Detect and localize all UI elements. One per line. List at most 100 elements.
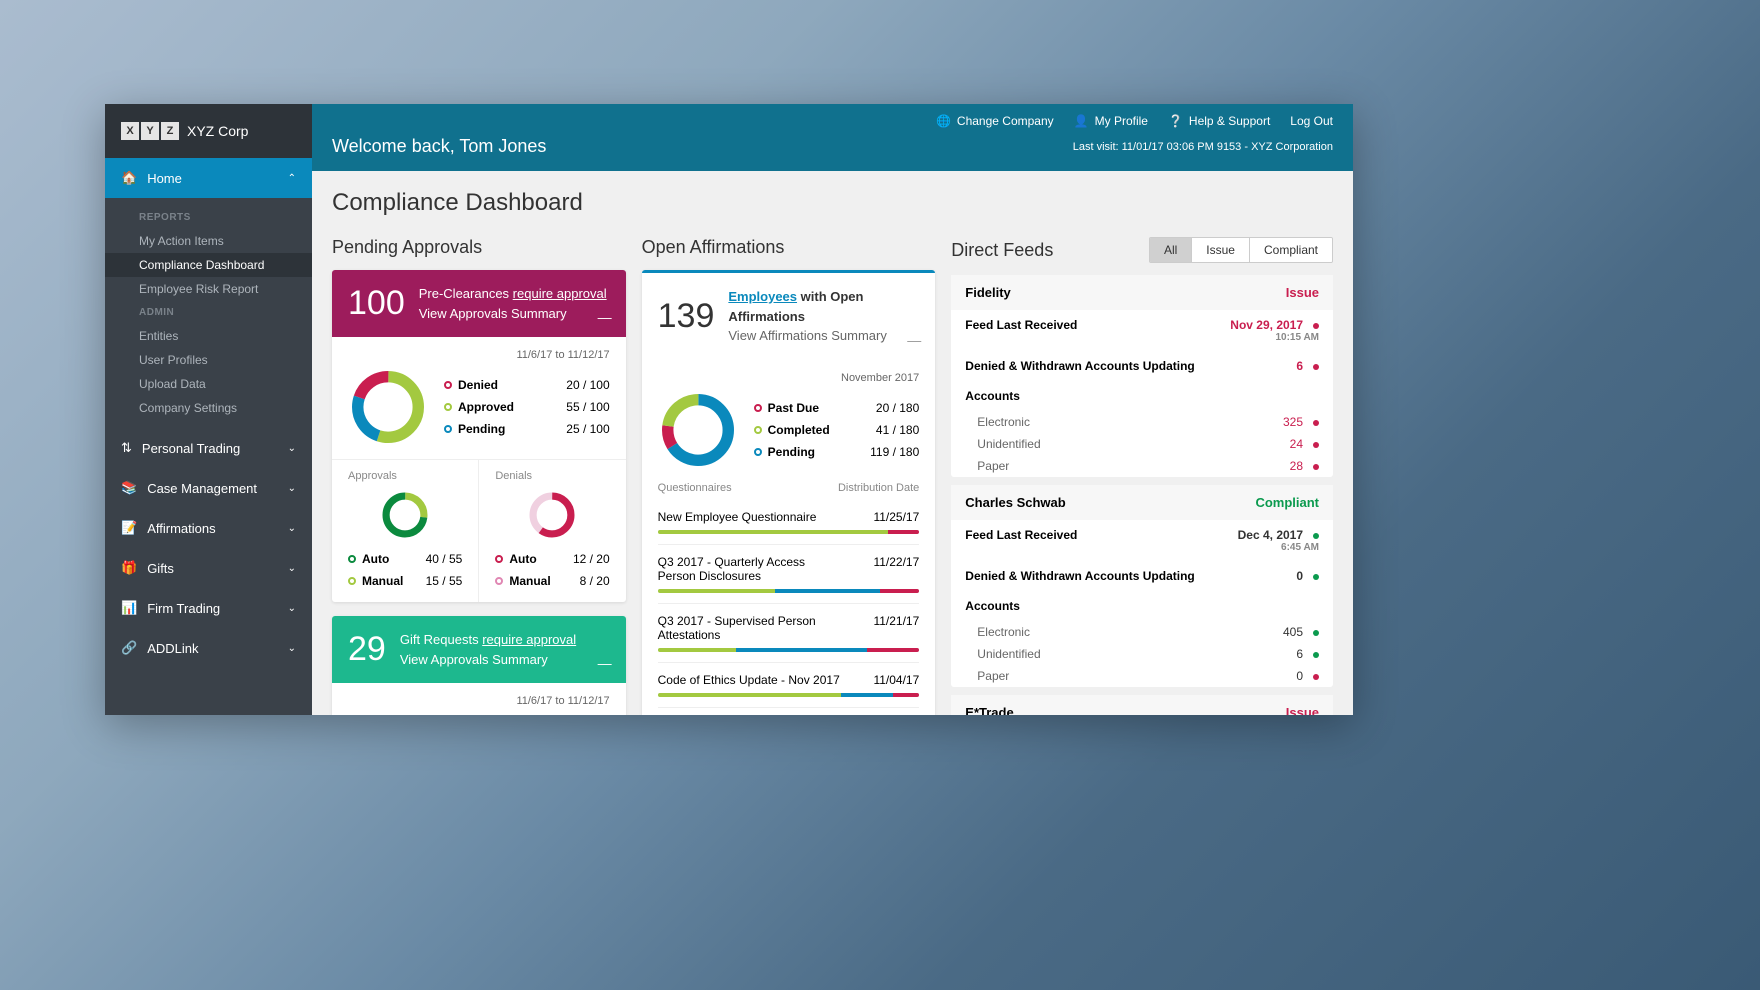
denials-subchart: Denials Auto12 / 20 Manual8 / 20 <box>479 460 625 602</box>
approvals-manual-label: Manual <box>362 574 403 588</box>
legend-row: Approved55 / 100 <box>444 396 610 418</box>
nav-addlink[interactable]: 🔗ADDLink⌄ <box>105 628 312 668</box>
quest-header-left: Questionnaires <box>658 482 732 494</box>
legend-row: Pending 119 / 180 <box>754 441 920 463</box>
quest-header-right: Distribution Date <box>838 482 919 494</box>
feed-account-row: Unidentified24 <box>951 433 1333 455</box>
collapse-icon[interactable]: — <box>907 332 921 348</box>
chevron-down-icon: ⌄ <box>288 563 296 574</box>
card-header-preclear[interactable]: 100 Pre-Clearances require approval View… <box>332 270 626 337</box>
feed-denied-row: Denied & Withdrawn Accounts Updating0 <box>951 561 1333 591</box>
topbar: 🌐Change Company 👤My Profile ❔ Help & Supp… <box>312 104 1353 171</box>
help-link[interactable]: ❔ Help & Support <box>1168 114 1270 128</box>
app-window: X Y Z XYZ Corp 🏠Home ⌃ REPORTS My Action… <box>105 104 1353 715</box>
logout-link[interactable]: Log Out <box>1290 114 1333 128</box>
sidebar-item-compliance-dashboard[interactable]: Compliance Dashboard <box>105 253 312 277</box>
legend-value: 20 / 100 <box>566 378 609 392</box>
legend-row: Pending25 / 100 <box>444 418 610 440</box>
sidebar-item-my-action-items[interactable]: My Action Items <box>139 229 312 253</box>
account-label: Unidentified <box>977 437 1040 451</box>
nav-affirmations[interactable]: 📝Affirmations⌄ <box>105 508 312 548</box>
nav-icon: ⇅ <box>121 440 132 456</box>
denials-manual-label: Manual <box>509 574 550 588</box>
nav-gifts[interactable]: 🎁Gifts⌄ <box>105 548 312 588</box>
progress-bar <box>658 693 920 697</box>
gifts-require-approval-link[interactable]: require approval <box>482 632 576 647</box>
feeds-list: FidelityIssue Feed Last Received Nov 29, 2… <box>951 275 1333 715</box>
card-header-affirm[interactable]: 139 Employees with Open Affirmations Vie… <box>642 270 936 360</box>
chevron-down-icon: ⌄ <box>288 443 296 454</box>
preclear-subcharts: Approvals Auto40 / 55 Manual15 / 55 <box>332 459 626 602</box>
my-profile-link[interactable]: 👤My Profile <box>1074 114 1148 128</box>
nav-label: ADDLink <box>147 641 198 656</box>
account-label: Paper <box>977 669 1009 683</box>
collapse-icon[interactable]: — <box>598 309 612 325</box>
preclear-date-range: 11/6/17 to 11/12/17 <box>348 349 610 361</box>
gifts-text1: Gift Requests <box>400 632 482 647</box>
change-company-link[interactable]: 🌐Change Company <box>936 114 1054 128</box>
questionnaire-row[interactable]: Q3 2017 - Quarterly Access Person Disclo… <box>658 545 920 604</box>
card-header-gifts[interactable]: 29 Gift Requests require approval View A… <box>332 616 626 683</box>
feed-name: Fidelity <box>965 285 1011 300</box>
questionnaire-row[interactable]: Q3 2017 - Supervised Person Attestations… <box>658 604 920 663</box>
denials-title: Denials <box>495 470 609 482</box>
legend-label: Pending <box>768 445 815 459</box>
feed-accounts-row: Accounts <box>951 381 1333 411</box>
help-label: Help & Support <box>1189 114 1270 128</box>
feed-accounts-label: Accounts <box>965 389 1020 403</box>
gifts-header-text: Gift Requests require approval View Appr… <box>400 630 576 669</box>
feed-account-row: Paper28 <box>951 455 1333 477</box>
account-value: 405 <box>1283 625 1319 639</box>
questionnaire-row[interactable]: Code of Ethics Update - Nov 201711/04/17 <box>658 663 920 708</box>
sidebar-item-employee-risk-report[interactable]: Employee Risk Report <box>139 277 312 301</box>
nav-icon: 📊 <box>121 600 137 616</box>
toggle-compliant[interactable]: Compliant <box>1250 238 1332 262</box>
sidebar-item-company-settings[interactable]: Company Settings <box>139 396 312 420</box>
card-affirmations: 139 Employees with Open Affirmations Vie… <box>642 270 936 715</box>
col-title-feeds: Direct Feeds All Issue Compliant <box>951 237 1333 263</box>
nav-firm-trading[interactable]: 📊Firm Trading⌄ <box>105 588 312 628</box>
card-gifts: 29 Gift Requests require approval View A… <box>332 616 626 715</box>
account-value: 0 <box>1296 669 1319 683</box>
chevron-down-icon: ⌄ <box>288 483 296 494</box>
nav-icon: 🔗 <box>121 640 137 656</box>
approvals-donut-chart <box>380 490 430 540</box>
quest-name: New Employee Questionnaire <box>658 510 817 524</box>
logo-boxes: X Y Z <box>121 122 179 140</box>
col-pending-approvals: Pending Approvals 100 Pre-Clearances req… <box>332 237 626 715</box>
feed-denied-val: 0 <box>1296 569 1319 583</box>
feed-received-val: Nov 29, 201710:15 AM <box>1230 318 1319 343</box>
admin-header: ADMIN <box>139 301 312 324</box>
preclear-text2: View Approvals Summary <box>419 304 607 324</box>
preclear-body: 11/6/17 to 11/12/17 Denied20 / 100Approv… <box>332 337 626 459</box>
employees-link[interactable]: Employees <box>728 289 797 304</box>
toggle-issue[interactable]: Issue <box>1192 238 1250 262</box>
feed-received-label: Feed Last Received <box>965 318 1077 332</box>
legend-value: 119 / 180 <box>870 445 919 459</box>
sidebar-reports: REPORTS My Action Items Compliance Dashb… <box>105 198 312 428</box>
sidebar-item-upload-data[interactable]: Upload Data <box>139 372 312 396</box>
collapse-icon[interactable]: — <box>598 655 612 671</box>
preclear-count: 100 <box>348 284 405 323</box>
topbar-row2: Welcome back, Tom Jones Last visit: 11/0… <box>332 128 1333 171</box>
nav-personal-trading[interactable]: ⇅Personal Trading⌄ <box>105 428 312 468</box>
feed-received-val: Dec 4, 20176:45 AM <box>1238 528 1319 553</box>
sidebar-item-user-profiles[interactable]: User Profiles <box>139 348 312 372</box>
require-approval-link[interactable]: require approval <box>513 286 607 301</box>
quest-date: 11/25/17 <box>873 510 919 524</box>
legend-value: 41 / 180 <box>876 423 919 437</box>
nav-case-management[interactable]: 📚Case Management⌄ <box>105 468 312 508</box>
last-visit-text: Last visit: 11/01/17 03:06 PM 9153 - XYZ… <box>1073 141 1333 153</box>
feed-header[interactable]: FidelityIssue <box>951 275 1333 310</box>
feed-denied-row: Denied & Withdrawn Accounts Updating6 <box>951 351 1333 381</box>
globe-icon: 🌐 <box>936 114 951 128</box>
help-icon: ❔ <box>1168 114 1183 128</box>
nav-home[interactable]: 🏠Home ⌃ <box>105 158 312 198</box>
sidebar-item-entities[interactable]: Entities <box>139 324 312 348</box>
feed-header[interactable]: Charles SchwabCompliant <box>951 485 1333 520</box>
toggle-all[interactable]: All <box>1150 238 1192 262</box>
feed-header[interactable]: E*TradeIssue <box>951 695 1333 715</box>
feed-received-label: Feed Last Received <box>965 528 1077 542</box>
gifts-count: 29 <box>348 630 386 669</box>
questionnaire-row[interactable]: New Employee Questionnaire 11/25/17 <box>658 500 920 545</box>
